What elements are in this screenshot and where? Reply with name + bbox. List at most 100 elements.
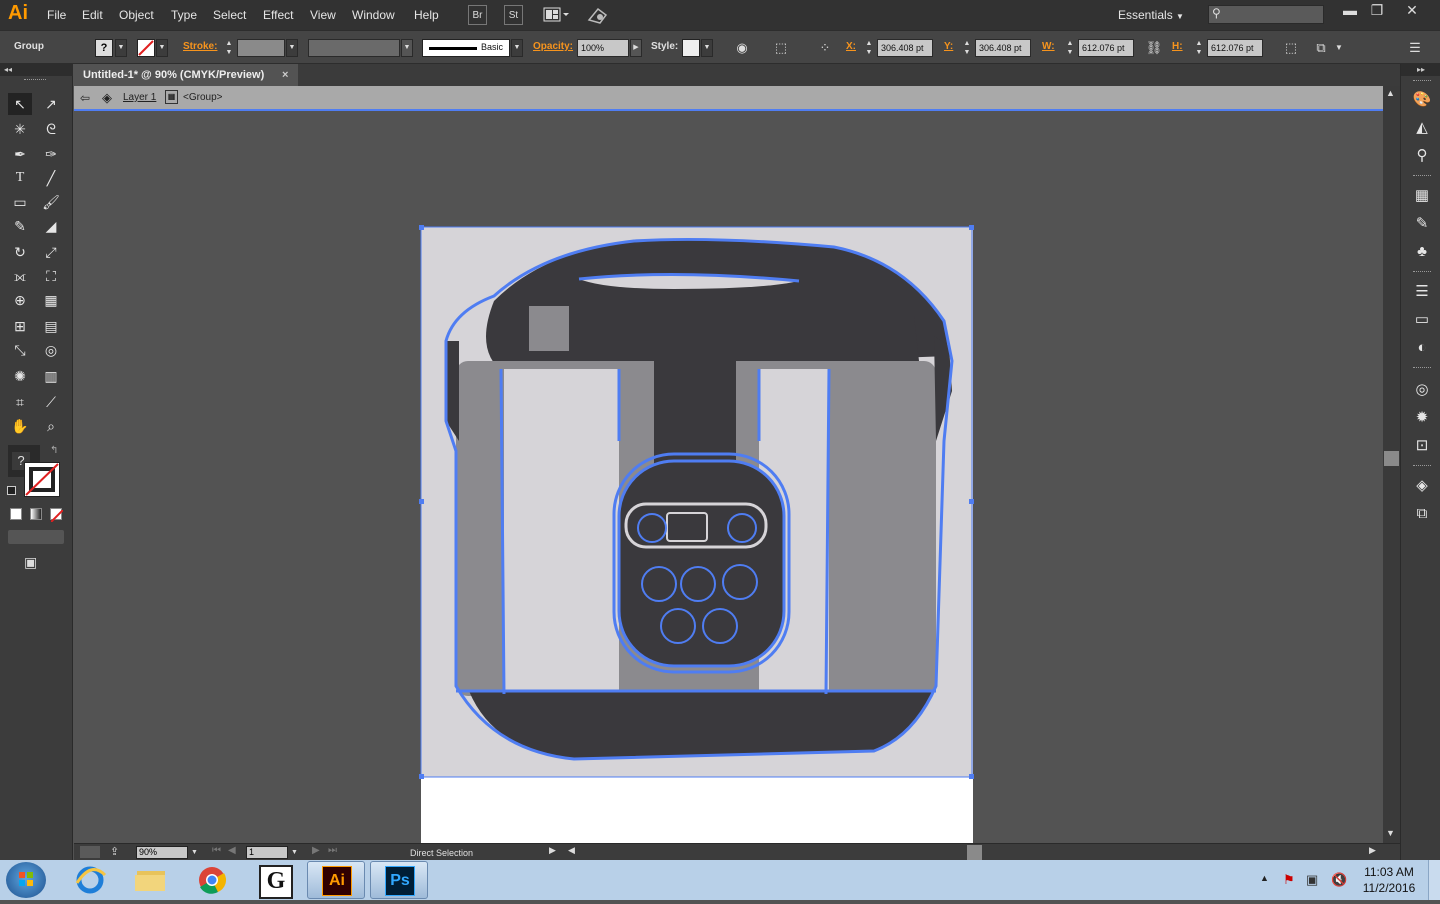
stock-button[interactable]: St xyxy=(504,5,523,25)
h-label[interactable]: H: xyxy=(1172,41,1183,52)
width-tool-icon[interactable]: ⟗ xyxy=(8,265,32,287)
internet-explorer-icon[interactable] xyxy=(61,861,119,899)
color-guide-icon[interactable]: ◭ xyxy=(1412,118,1432,138)
appearance-icon[interactable]: ◎ xyxy=(1412,380,1432,400)
menu-window[interactable]: Window xyxy=(352,0,395,30)
panel-grip[interactable] xyxy=(1413,271,1431,275)
panel-grip[interactable] xyxy=(24,79,46,82)
last-artboard-icon[interactable]: ⏭ xyxy=(328,845,337,856)
scroll-right-icon[interactable]: ▶ xyxy=(1369,845,1376,856)
brush-dropdown[interactable]: ▼ xyxy=(511,39,523,57)
type-tool-icon[interactable]: T xyxy=(8,167,32,189)
transparency-icon[interactable]: ◐ xyxy=(1412,338,1432,358)
minimize-icon[interactable]: ▬ xyxy=(1335,0,1365,22)
zoom-field[interactable]: 90% xyxy=(136,846,188,859)
clock[interactable]: 11:03 AM 11/2/2016 xyxy=(1356,865,1422,895)
artboard-dropdown[interactable]: ▼ xyxy=(289,846,300,859)
canvas[interactable] xyxy=(74,111,1383,843)
bounding-handle[interactable] xyxy=(419,774,424,779)
hand-tool-icon[interactable]: ✋ xyxy=(8,415,32,437)
x-field[interactable]: 306.408 pt xyxy=(877,39,933,57)
restore-icon[interactable]: ❐ xyxy=(1362,0,1392,22)
selection-tool-icon[interactable]: ↖ xyxy=(8,93,32,115)
panel-grip[interactable] xyxy=(1413,175,1431,179)
artwork[interactable] xyxy=(74,111,1383,843)
scale-tool-icon[interactable]: ⤢ xyxy=(39,241,63,263)
volume-icon[interactable]: 🔇 xyxy=(1331,872,1347,888)
h-field[interactable]: 612.076 pt xyxy=(1207,39,1263,57)
swatches-icon[interactable]: ▦ xyxy=(1412,186,1432,206)
scroll-left-icon[interactable]: ◀ xyxy=(568,845,575,856)
artboard-number-field[interactable]: 1 xyxy=(246,846,288,859)
lasso-tool-icon[interactable]: ᘓ xyxy=(39,118,63,140)
reference-point-icon[interactable]: ⁘ xyxy=(816,39,834,57)
gradient-panel-icon[interactable]: ▭ xyxy=(1412,310,1432,330)
artboards-icon[interactable]: ⧉ xyxy=(1412,504,1432,524)
recolor-artwork-icon[interactable]: ◉ xyxy=(733,39,751,57)
x-stepper[interactable]: ▲ ▼ xyxy=(864,39,874,57)
bounding-handle[interactable] xyxy=(419,225,424,230)
current-tool-status[interactable]: Direct Selection xyxy=(345,845,565,860)
stroke-panel-icon[interactable]: ☰ xyxy=(1412,282,1432,302)
eyedropper-tool-icon[interactable]: ⤡ xyxy=(8,339,32,361)
expand-panels-icon[interactable]: ▸▸ xyxy=(1401,64,1440,76)
menu-select[interactable]: Select xyxy=(213,0,246,30)
style-swatch[interactable] xyxy=(682,39,700,57)
y-label[interactable]: Y: xyxy=(944,41,953,52)
stroke-dropdown[interactable]: ▼ xyxy=(156,39,168,57)
collapse-panel-icon[interactable]: ◂◂ xyxy=(0,64,73,76)
scroll-down-icon[interactable]: ▼ xyxy=(1386,828,1395,838)
w-field[interactable]: 612.076 pt xyxy=(1078,39,1134,57)
fill-swatch[interactable]: ? xyxy=(95,39,113,57)
blend-tool-icon[interactable]: ◎ xyxy=(39,339,63,361)
variable-width-dropdown[interactable]: ▼ xyxy=(401,39,413,57)
x-label[interactable]: X: xyxy=(846,41,856,52)
transform-icon[interactable]: ⬚ xyxy=(1282,39,1300,57)
gradient-tool-icon[interactable]: ▤ xyxy=(39,315,63,337)
panel-menu-icon[interactable]: ☰ xyxy=(1406,39,1424,57)
cc-sync-icon[interactable] xyxy=(80,846,100,858)
curvature-tool-icon[interactable]: ✑ xyxy=(39,143,63,165)
column-graph-tool-icon[interactable]: ▥ xyxy=(39,365,63,387)
shape-builder-tool-icon[interactable]: ⊕ xyxy=(8,289,32,311)
symbols-icon[interactable]: ♣ xyxy=(1412,242,1432,262)
pen-tool-icon[interactable]: ✒ xyxy=(8,143,32,165)
rotate-tool-icon[interactable]: ↻ xyxy=(8,241,32,263)
show-desktop-button[interactable] xyxy=(1428,860,1440,900)
isolate-group-icon[interactable]: ⧉ xyxy=(1312,39,1330,57)
vertical-scroll-thumb[interactable] xyxy=(1384,451,1399,466)
zoom-tool-icon[interactable]: ⌕ xyxy=(39,415,63,437)
show-hidden-icons[interactable]: ▲ xyxy=(1260,873,1269,883)
layers-icon[interactable]: ◈ xyxy=(1412,476,1432,496)
stroke-weight-stepper[interactable]: ▲ ▼ xyxy=(224,39,234,57)
y-field[interactable]: 306.408 pt xyxy=(975,39,1031,57)
artboard-tool-icon[interactable]: ⌗ xyxy=(8,391,32,413)
magic-wand-tool-icon[interactable]: ✳ xyxy=(8,118,32,140)
bounding-handle[interactable] xyxy=(969,774,974,779)
zoom-dropdown[interactable]: ▼ xyxy=(189,846,200,859)
menu-effect[interactable]: Effect xyxy=(263,0,293,30)
mesh-tool-icon[interactable]: ⊞ xyxy=(8,315,32,337)
symbol-sprayer-tool-icon[interactable]: ✺ xyxy=(8,365,32,387)
breadcrumb-group[interactable]: <Group> xyxy=(183,92,222,103)
next-artboard-icon[interactable]: ▶ xyxy=(312,845,320,856)
w-label[interactable]: W: xyxy=(1042,41,1055,52)
gradient-mode-icon[interactable] xyxy=(30,508,42,520)
menu-file[interactable]: File xyxy=(47,0,66,30)
screen-mode-icon[interactable]: ▣ xyxy=(24,554,46,570)
menu-object[interactable]: Object xyxy=(119,0,154,30)
menu-edit[interactable]: Edit xyxy=(82,0,103,30)
default-colors-icon[interactable] xyxy=(7,486,16,495)
search-input[interactable]: ⚲ xyxy=(1208,5,1324,24)
bounding-handle[interactable] xyxy=(419,499,424,504)
opacity-label[interactable]: Opacity: xyxy=(533,41,573,52)
photoshop-taskbar-button[interactable]: Ps xyxy=(370,861,428,899)
cc-libraries-icon[interactable]: ⚲ xyxy=(1412,146,1432,166)
paintbrush-tool-icon[interactable]: 🖌 xyxy=(39,191,63,213)
gpu-performance-icon[interactable] xyxy=(586,5,610,25)
share-icon[interactable]: ⇪ xyxy=(110,845,119,858)
status-menu-icon[interactable]: ▶ xyxy=(549,845,556,856)
y-stepper[interactable]: ▲ ▼ xyxy=(962,39,972,57)
line-tool-icon[interactable]: ╱ xyxy=(39,167,63,189)
action-center-icon[interactable]: ⚑ xyxy=(1283,872,1295,888)
